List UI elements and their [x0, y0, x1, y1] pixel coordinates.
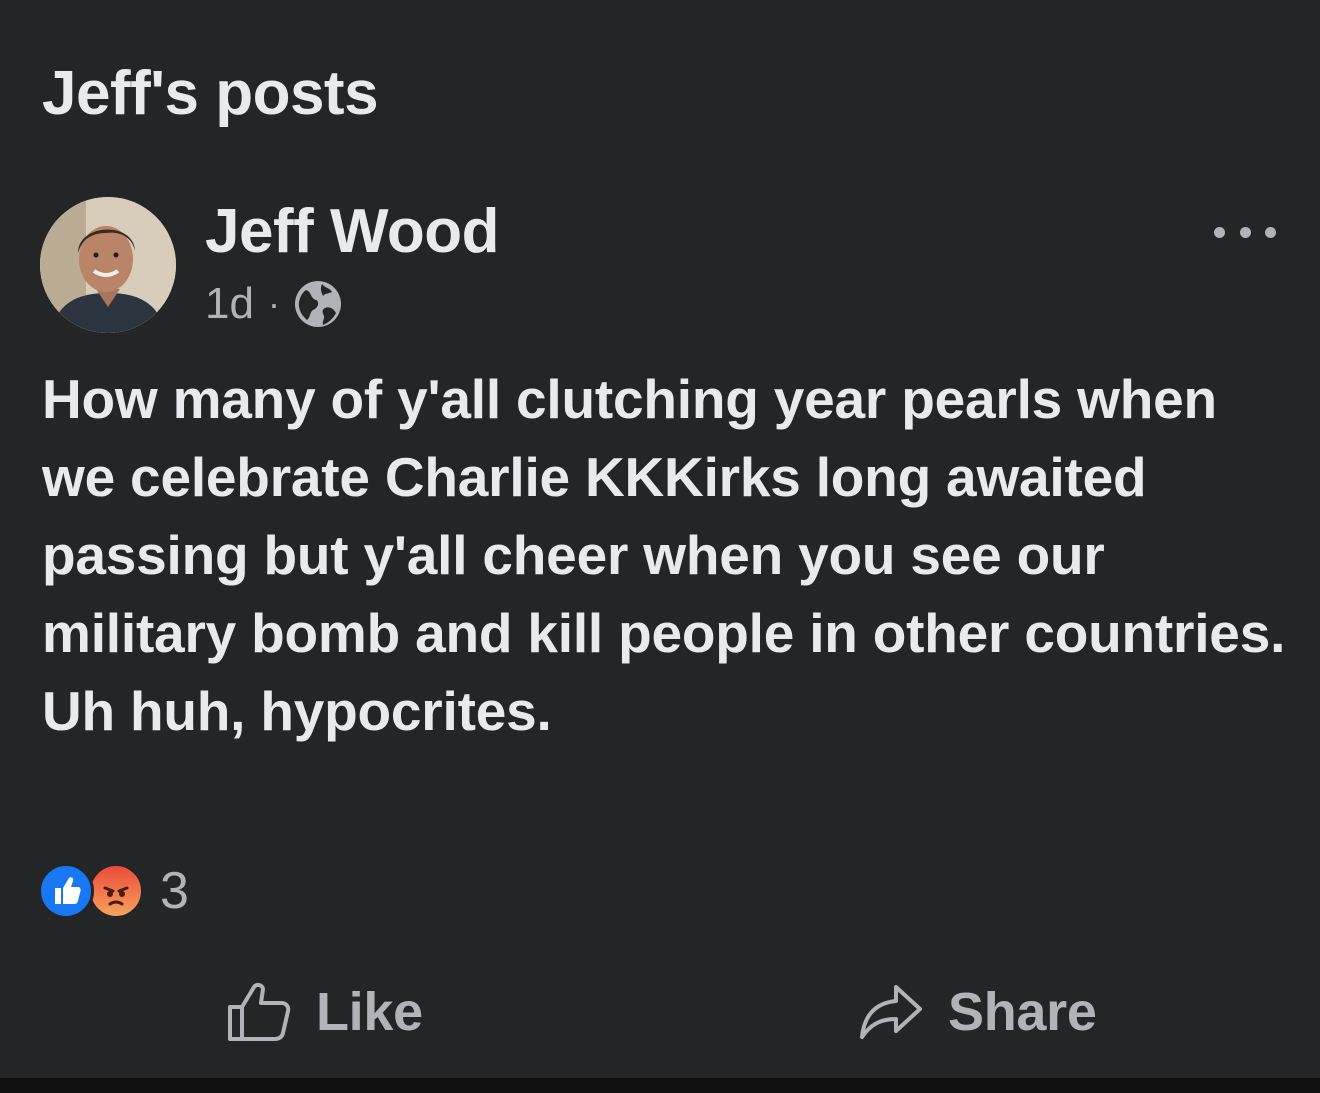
- avatar[interactable]: [40, 197, 176, 333]
- more-dot: [1214, 226, 1225, 238]
- post-text: How many of y'all clutching year pearls …: [42, 368, 1286, 742]
- like-reaction-icon: [38, 863, 94, 919]
- share-label: Share: [948, 982, 1097, 1042]
- share-button[interactable]: Share: [858, 972, 1097, 1052]
- meta-separator: ·: [267, 283, 280, 324]
- globe-icon[interactable]: [292, 278, 344, 330]
- more-dot: [1239, 226, 1251, 238]
- posts-page: Jeff's posts Jeff Wood 1d · How many of …: [0, 0, 1320, 1078]
- like-label: Like: [316, 982, 423, 1042]
- reaction-count: 3: [160, 862, 189, 920]
- reactions-summary[interactable]: 3: [38, 862, 189, 920]
- angry-reaction-icon: [88, 863, 144, 919]
- bottom-divider: [0, 1078, 1320, 1093]
- like-button[interactable]: Like: [226, 972, 423, 1052]
- post-meta: 1d ·: [205, 276, 344, 332]
- thumbs-up-icon: [228, 982, 291, 1041]
- more-dot: [1265, 226, 1276, 238]
- page-title: Jeff's posts: [42, 59, 379, 128]
- more-options-icon[interactable]: [1214, 218, 1276, 246]
- post-timestamp[interactable]: 1d: [205, 279, 254, 329]
- share-arrow-icon: [860, 985, 922, 1039]
- author-name[interactable]: Jeff Wood: [205, 196, 500, 268]
